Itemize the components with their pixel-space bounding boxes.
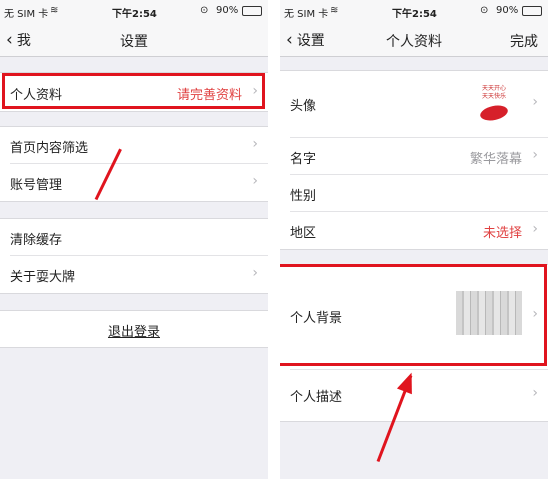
- highlight-box: [280, 264, 547, 366]
- nav-bar: ‹ 我 设置: [0, 22, 268, 57]
- profile-info-group: 头像 天天开心 天天快乐 › 名字 繁华落幕 › 性别 地区 未选择 ›: [280, 70, 548, 250]
- description-label: 个人描述: [290, 390, 343, 405]
- chevron-right-icon: ›: [532, 147, 538, 163]
- avatar-label: 头像: [290, 99, 317, 114]
- gender-label: 性别: [290, 189, 317, 204]
- chevron-right-icon: ›: [532, 221, 538, 237]
- wifi-icon: ≋: [330, 5, 339, 16]
- account-row[interactable]: 账号管理 ›: [0, 164, 268, 200]
- name-value: 繁华落幕: [469, 152, 522, 167]
- content-group: 首页内容筛选 › 账号管理 ›: [0, 126, 268, 202]
- status-bar: 无 SIM 卡 ≋ 下午2:54 ⊙ 90%: [280, 0, 548, 22]
- chevron-right-icon: ›: [252, 136, 258, 152]
- chevron-right-icon: ›: [252, 173, 258, 189]
- nav-bar: ‹ 设置 个人资料 完成: [280, 22, 548, 57]
- region-value: 未选择: [482, 226, 522, 241]
- avatar-caption: 天天快乐: [481, 93, 506, 100]
- chevron-right-icon: ›: [532, 385, 538, 401]
- lock-rotation-icon: ⊙: [480, 5, 489, 16]
- status-time: 下午2:54: [392, 9, 437, 20]
- chevron-right-icon: ›: [532, 94, 538, 110]
- lips-icon: [478, 103, 510, 123]
- profile-screen: 无 SIM 卡 ≋ 下午2:54 ⊙ 90% ‹ 设置 个人资料 完成 头像 天天…: [280, 0, 548, 479]
- avatar-row[interactable]: 头像 天天开心 天天快乐 ›: [280, 71, 548, 137]
- clear-cache-row[interactable]: 清除缓存: [0, 219, 268, 255]
- logout-label: 退出登录: [107, 325, 160, 340]
- wifi-icon: ≋: [50, 5, 59, 16]
- battery-icon: [522, 6, 542, 16]
- home-filter-label: 首页内容筛选: [10, 141, 89, 156]
- page-title: 设置: [120, 34, 148, 50]
- name-label: 名字: [290, 152, 317, 167]
- account-label: 账号管理: [10, 178, 63, 193]
- gender-row[interactable]: 性别: [280, 175, 548, 211]
- home-filter-row[interactable]: 首页内容筛选 ›: [0, 127, 268, 163]
- region-label: 地区: [290, 226, 317, 241]
- settings-screen: 无 SIM 卡 ≋ 下午2:54 ⊙ 90% ‹ 我 设置 个人资料 请完善资料 …: [0, 0, 268, 479]
- status-time: 下午2:54: [112, 9, 157, 20]
- status-bar: 无 SIM 卡 ≋ 下午2:54 ⊙ 90%: [0, 0, 268, 22]
- logout-group: 退出登录: [0, 310, 268, 348]
- battery-percent: 90%: [496, 5, 519, 16]
- highlight-box: [2, 73, 265, 109]
- clear-cache-label: 清除缓存: [10, 233, 63, 248]
- done-button[interactable]: 完成: [510, 31, 538, 51]
- about-label: 关于耍大牌: [10, 270, 76, 285]
- misc-group: 清除缓存 关于耍大牌 ›: [0, 218, 268, 294]
- region-row[interactable]: 地区 未选择 ›: [280, 212, 548, 248]
- name-row[interactable]: 名字 繁华落幕 ›: [280, 138, 548, 174]
- about-row[interactable]: 关于耍大牌 ›: [0, 256, 268, 292]
- battery-percent: 90%: [216, 5, 239, 16]
- carrier-text: 无 SIM 卡: [4, 9, 49, 20]
- battery-icon: [242, 6, 262, 16]
- avatar-caption: 天天开心: [481, 85, 506, 92]
- chevron-right-icon: ›: [252, 265, 258, 281]
- logout-button[interactable]: 退出登录: [0, 311, 268, 347]
- carrier-text: 无 SIM 卡: [284, 9, 329, 20]
- lock-rotation-icon: ⊙: [200, 5, 209, 16]
- avatar: 天天开心 天天快乐: [466, 77, 522, 131]
- page-title: 个人资料: [386, 34, 442, 50]
